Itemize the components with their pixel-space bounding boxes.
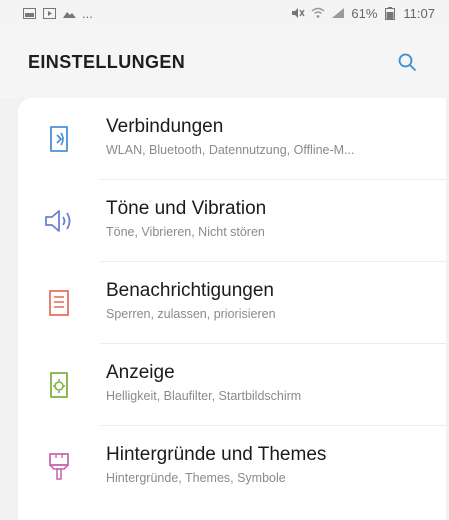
status-bar-left: ... [22, 6, 93, 21]
app-bar: EINSTELLUNGEN [0, 26, 449, 98]
gallery-icon [22, 7, 36, 19]
clock: 11:07 [403, 5, 435, 21]
settings-item-title: Anzeige [106, 362, 175, 383]
settings-item-subtitle: Töne, Vibrieren, Nicht stören [106, 225, 265, 239]
mute-icon [291, 7, 305, 19]
settings-item-subtitle: WLAN, Bluetooth, Datennutzung, Offline-M… [106, 143, 355, 157]
settings-list: Verbindungen WLAN, Bluetooth, Datennutzu… [18, 98, 446, 520]
signal-icon [331, 7, 345, 19]
connections-icon [44, 124, 74, 154]
play-icon [42, 7, 56, 19]
settings-item-hintergruende-und-themes[interactable]: Hintergründe und Themes Hintergründe, Th… [18, 426, 446, 508]
wifi-icon [311, 7, 325, 19]
search-button[interactable] [389, 44, 425, 80]
status-more: ... [82, 5, 93, 21]
settings-item-benachrichtigungen[interactable]: Benachrichtigungen Sperren, zulassen, pr… [18, 262, 446, 344]
status-bar: ... 61% 11:07 [0, 0, 449, 26]
settings-item-subtitle: Hintergründe, Themes, Symbole [106, 471, 286, 485]
image-icon [62, 7, 76, 19]
settings-item-subtitle: Helligkeit, Blaufilter, Startbildschirm [106, 389, 302, 403]
settings-item-title: Benachrichtigungen [106, 280, 274, 301]
settings-item-toene-und-vibration[interactable]: Töne und Vibration Töne, Vibrieren, Nich… [18, 180, 446, 262]
settings-item-title: Verbindungen [106, 116, 224, 137]
search-icon [398, 53, 416, 71]
settings-item-title: Hintergründe und Themes [106, 444, 327, 465]
battery-percent: 61% [351, 5, 378, 21]
sound-icon [44, 206, 74, 236]
settings-item-verbindungen[interactable]: Verbindungen WLAN, Bluetooth, Datennutzu… [18, 98, 446, 180]
display-icon [44, 370, 74, 400]
battery-icon [383, 6, 397, 20]
settings-item-subtitle: Sperren, zulassen, priorisieren [106, 307, 276, 321]
notifications-icon [44, 288, 74, 318]
settings-item-title: Töne und Vibration [106, 198, 267, 219]
status-bar-right: 61% 11:07 [291, 6, 435, 21]
page-title: EINSTELLUNGEN [28, 51, 186, 72]
themes-icon [44, 452, 74, 482]
settings-item-anzeige[interactable]: Anzeige Helligkeit, Blaufilter, Startbil… [18, 344, 446, 426]
